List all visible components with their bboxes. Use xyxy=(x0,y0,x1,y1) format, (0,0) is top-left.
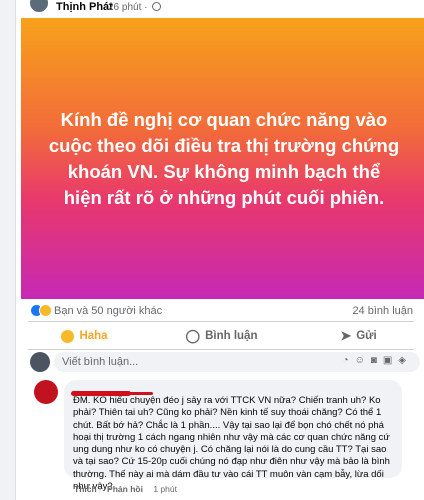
comment-input[interactable]: Viết bình luận... ◔☺◙▣◈ xyxy=(54,352,420,372)
reactions-summary[interactable]: Bạn và 50 người khác xyxy=(54,305,162,317)
comment-like-button[interactable]: Thích xyxy=(74,484,97,494)
divider xyxy=(28,349,414,350)
comment-time[interactable]: 1 phút xyxy=(153,484,177,494)
gif-icon[interactable]: ▣ xyxy=(383,355,398,366)
commenter-avatar[interactable] xyxy=(34,380,58,404)
post-time-label: 26 phút xyxy=(108,2,142,13)
composer-icons: ◔☺◙▣◈ xyxy=(343,355,412,366)
comment-bubble: ĐM. KO hiểu chuyện đéo j sảy ra với TTCK… xyxy=(64,380,402,492)
comment-button[interactable]: ◯ Bình luận xyxy=(153,324,290,348)
post-header: Thịnh Phát 26 phút · xyxy=(16,0,424,18)
comment-bubble-icon: ◯ xyxy=(185,328,201,343)
globe-icon xyxy=(152,2,162,11)
comment-input-placeholder: Viết bình luận... xyxy=(62,356,139,368)
current-user-avatar[interactable] xyxy=(30,352,50,372)
page: { "post": { "author": "Thịnh Phát", "tim… xyxy=(0,0,424,500)
post-banner: Kính đề nghị cơ quan chức năng vào cuộc … xyxy=(21,18,424,299)
send-icon: ➤ xyxy=(340,328,352,343)
post-card: Thịnh Phát 26 phút · Kính đề nghị cơ qua… xyxy=(15,0,424,500)
banner-text: Kính đề nghị cơ quan chức năng vào cuộc … xyxy=(48,108,400,208)
sticker-pack-icon[interactable]: ◈ xyxy=(398,355,412,366)
haha-icon xyxy=(39,304,52,317)
comment-label: Bình luận xyxy=(205,330,258,342)
comments-count[interactable]: 24 bình luận xyxy=(352,305,413,317)
comment-text: ĐM. KO hiểu chuyện đéo j sảy ra với TTCK… xyxy=(73,395,390,493)
comment-footer: Thích Phản hồi 1 phút xyxy=(74,484,185,494)
camera-icon[interactable]: ◙ xyxy=(371,355,383,366)
post-stats: Bạn và 50 người khác 24 bình luận xyxy=(16,301,424,319)
author-avatar[interactable] xyxy=(28,0,50,14)
comment-reply-button[interactable]: Phản hồi xyxy=(107,484,143,494)
haha-face-icon xyxy=(61,329,75,343)
divider xyxy=(28,321,414,322)
author-name[interactable]: Thịnh Phát xyxy=(56,1,113,13)
haha-label: Haha xyxy=(79,330,108,342)
sticker-icon[interactable]: ◔ xyxy=(343,355,355,366)
emoji-icon[interactable]: ☺ xyxy=(355,355,371,366)
share-label: Gửi xyxy=(356,330,377,342)
haha-button[interactable]: Haha xyxy=(16,324,153,348)
reaction-icons[interactable] xyxy=(30,304,52,317)
share-button[interactable]: ➤ Gửi xyxy=(290,324,424,348)
comment-composer: Viết bình luận... ◔☺◙▣◈ xyxy=(16,352,424,374)
action-bar: Haha ◯ Bình luận ➤ Gửi xyxy=(16,324,424,348)
commenter-name-redacted[interactable] xyxy=(71,385,221,397)
post-time[interactable]: 26 phút · xyxy=(108,2,162,13)
